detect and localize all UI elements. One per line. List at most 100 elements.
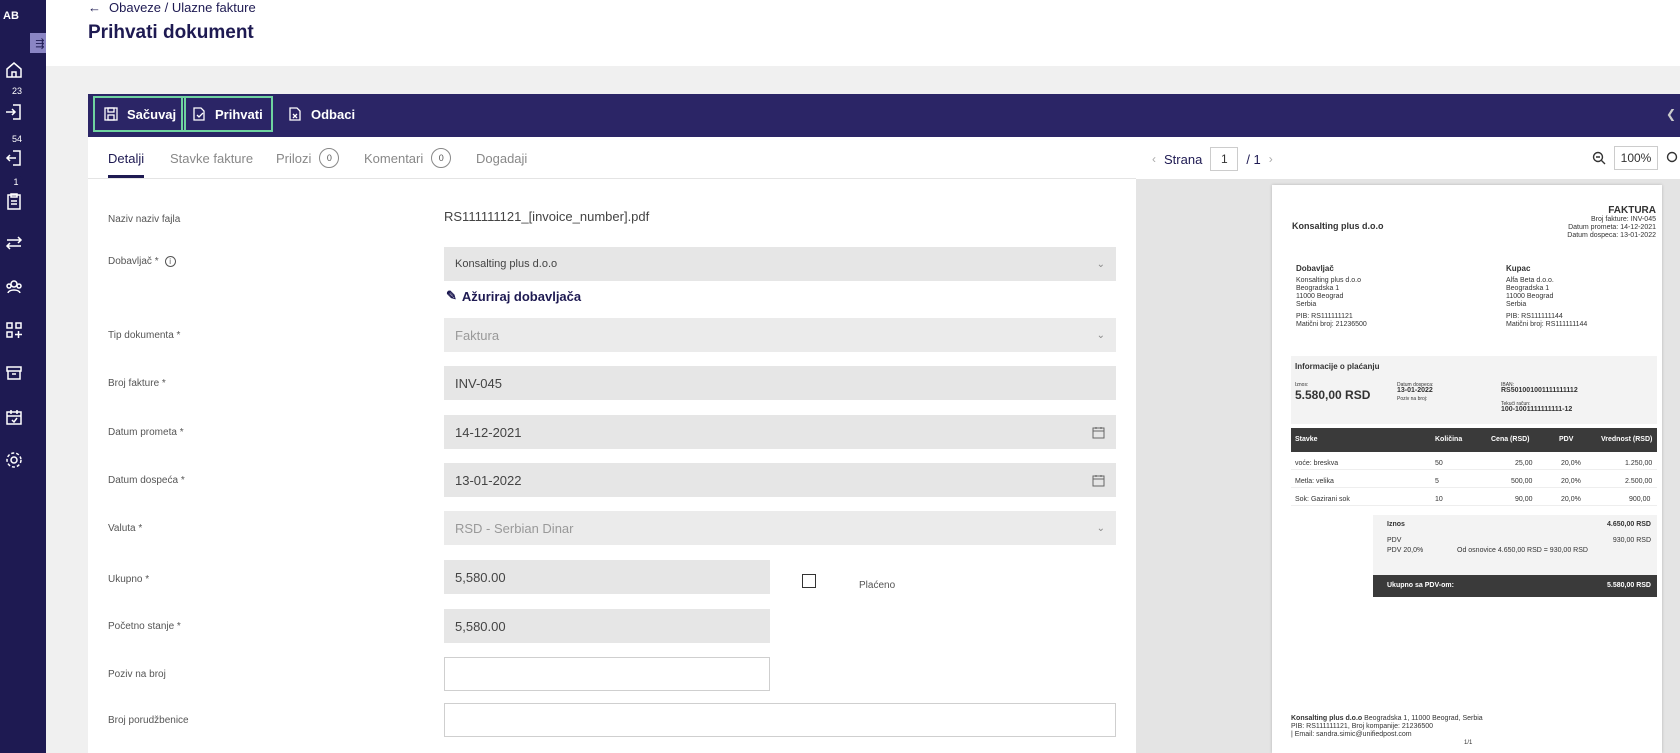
paid-checkbox[interactable] — [802, 574, 816, 588]
invoice-meta: Broj fakture: INV-045 Datum prometa: 14-… — [1567, 216, 1656, 240]
reference-number-input[interactable] — [444, 657, 770, 691]
invoice-preview: FAKTURA Broj fakture: INV-045 Datum prom… — [1272, 185, 1662, 753]
save-label: Sačuvaj — [127, 106, 177, 122]
outgoing-badge: 54 — [9, 132, 26, 146]
settings-icon[interactable] — [4, 450, 24, 470]
update-supplier-link[interactable]: ✎ Ažuriraj dobavljača — [446, 288, 581, 304]
sum-value: 4.650,00 RSD — [1607, 521, 1651, 528]
doc-type-value: Faktura — [455, 327, 500, 343]
page-header: ← Obaveze / Ulazne fakture Prihvati doku… — [46, 0, 1680, 66]
turnover-date-input[interactable]: 14-12-2021 — [444, 415, 1116, 449]
calendar-icon[interactable] — [1092, 474, 1105, 487]
due-value: 13-01-2022 — [1397, 387, 1433, 394]
currency-label: Valuta * — [108, 523, 143, 534]
page-input[interactable]: 1 — [1210, 147, 1239, 171]
iban-value: RS501001001111111112 — [1501, 387, 1578, 394]
invoice-company: Konsalting plus d.o.o — [1292, 221, 1384, 231]
table-cell: 20,0% — [1561, 478, 1581, 485]
pager: ‹ Strana 1 / 1 › — [1152, 147, 1273, 171]
items-table-header: Stavke Količina Cena (RSD) PDV Vrednost … — [1291, 428, 1657, 452]
back-arrow-icon[interactable]: ← — [88, 0, 101, 15]
tab-attachments-label: Prilozi — [276, 150, 312, 166]
grand-total-bar: Ukupno sa PDV-om: 5.580,00 RSD — [1373, 575, 1657, 597]
supplier-pib: PIB: RS111111121 — [1296, 313, 1353, 320]
table-cell: 25,00 — [1515, 460, 1533, 467]
collapse-panel-icon[interactable]: ❮ — [1666, 107, 1676, 121]
doc-type-select[interactable]: Faktura ⌄ — [444, 318, 1116, 352]
save-icon — [104, 107, 118, 121]
zoom-out-icon[interactable] — [1592, 151, 1606, 165]
prev-page-icon[interactable]: ‹ — [1152, 152, 1156, 166]
table-cell: 10 — [1435, 496, 1443, 503]
currency-select[interactable]: RSD - Serbian Dinar ⌄ — [444, 511, 1116, 545]
page-total: / 1 — [1246, 151, 1261, 167]
table-row: Sok: Gazirani sok 10 90,00 20,0% 900,00 — [1291, 488, 1657, 506]
amount-value: 5.580,00 RSD — [1295, 388, 1371, 402]
clipboard-icon[interactable] — [4, 191, 24, 211]
reject-document-icon — [289, 107, 301, 121]
buyer-heading: Kupac — [1506, 264, 1531, 273]
order-number-input[interactable] — [444, 703, 1116, 737]
chevron-down-icon: ⌄ — [1096, 329, 1105, 341]
table-cell: 90,00 — [1515, 496, 1533, 503]
supplier-line: Serbia — [1296, 301, 1317, 308]
vat-rate: PDV 20,0% — [1387, 547, 1424, 554]
file-name-value: RS111111121_[invoice_number].pdf — [444, 209, 650, 224]
accept-label: Prihvati — [215, 106, 263, 122]
breadcrumb-text[interactable]: Obaveze / Ulazne fakture — [109, 0, 256, 15]
users-icon[interactable] — [4, 277, 24, 297]
footer-line: | Email: sandra.simic@unifiedpost.com — [1291, 731, 1412, 738]
due-date-input[interactable]: 13-01-2022 — [444, 463, 1116, 497]
invoice-footer: Konsalting plus d.o.o Beogradska 1, 1100… — [1291, 715, 1483, 739]
tab-details[interactable]: Detalji — [108, 151, 144, 166]
chevron-down-icon: ⌄ — [1096, 258, 1105, 270]
tab-bar: Detalji Stavke fakture Prilozi 0 Komentar… — [88, 137, 1136, 179]
transfer-icon[interactable] — [4, 233, 24, 253]
opening-balance-input[interactable]: 5,580.00 — [444, 609, 770, 643]
info-icon[interactable]: i — [164, 256, 176, 267]
inbox-incoming-icon[interactable] — [4, 102, 24, 122]
invoice-title: FAKTURA — [1608, 205, 1656, 216]
next-page-icon[interactable]: › — [1269, 152, 1273, 166]
supplier-select[interactable]: Konsalting plus d.o.o ⌄ — [444, 247, 1116, 281]
calendar-sync-icon[interactable] — [4, 407, 24, 427]
table-cell: Sok: Gazirani sok — [1295, 496, 1350, 503]
table-cell: 1.250,00 — [1625, 460, 1653, 467]
zoom-in-icon[interactable] — [1666, 151, 1680, 165]
buyer-address: Alfa Beta d.o.o. Beogradska 1 11000 Beog… — [1506, 277, 1587, 329]
total-value: 5,580.00 — [455, 569, 506, 585]
apps-add-icon[interactable] — [4, 320, 24, 340]
column-header: PDV — [1559, 436, 1574, 443]
tab-events[interactable]: Dogadaji — [476, 151, 527, 166]
save-button[interactable]: Sačuvaj — [93, 96, 187, 132]
page-title: Prihvati dokument — [88, 22, 254, 43]
tab-comments[interactable]: Komentari 0 — [364, 148, 452, 168]
breadcrumb[interactable]: ← Obaveze / Ulazne fakture — [88, 0, 256, 15]
accept-button[interactable]: Prihvati — [181, 96, 273, 132]
document-viewer: ‹ Strana 1 / 1 › 100% FAKTURA Broj faktu… — [1136, 137, 1680, 753]
supplier-value: Konsalting plus d.o.o — [455, 258, 558, 270]
home-icon[interactable] — [4, 60, 24, 80]
archive-icon[interactable] — [4, 363, 24, 383]
tab-invoice-items[interactable]: Stavke fakture — [170, 151, 253, 166]
page-label: Strana — [1164, 151, 1203, 167]
calendar-icon[interactable] — [1092, 426, 1105, 439]
table-cell: Metla: velika — [1295, 478, 1334, 485]
buyer-line: 11000 Beograd — [1506, 293, 1554, 300]
table-cell: 5 — [1435, 478, 1439, 485]
total-label: Ukupno * — [108, 574, 150, 585]
invoice-number-input[interactable]: INV-045 — [444, 366, 1116, 400]
tab-attachments[interactable]: Prilozi 0 — [276, 148, 340, 168]
action-toolbar: Sačuvaj Prihvati Odbaci ❮ — [88, 94, 1680, 137]
table-row: voće: breskva 50 25,00 20,0% 1.250,00 — [1291, 452, 1657, 470]
avatar[interactable]: AB — [3, 10, 19, 22]
table-cell: 20,0% — [1561, 460, 1581, 467]
total-input[interactable]: 5,580.00 — [444, 560, 770, 594]
tab-events-label: Dogadaji — [476, 151, 528, 166]
zoom-level[interactable]: 100% — [1614, 146, 1658, 170]
table-cell: 900,00 — [1629, 496, 1651, 503]
outgoing-icon[interactable] — [4, 148, 24, 168]
payment-heading: Informacije o plaćanju — [1295, 362, 1380, 371]
supplier-line: 11000 Beograd — [1296, 293, 1344, 300]
reject-button[interactable]: Odbaci — [279, 96, 363, 132]
